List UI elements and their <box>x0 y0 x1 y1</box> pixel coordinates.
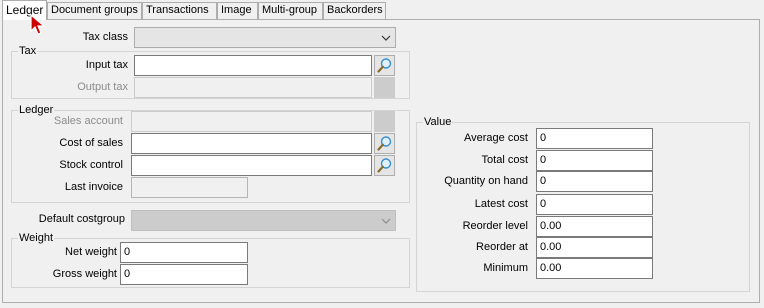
gross-weight-field[interactable]: 0 <box>120 264 248 285</box>
value-row-label: Reorder at <box>476 241 528 253</box>
cost-of-sales-label: Cost of sales <box>59 137 123 149</box>
magnifier-icon <box>377 58 392 73</box>
default-costgroup-combo <box>131 210 396 231</box>
chevron-down-icon <box>381 35 391 41</box>
sales-account-field <box>131 111 372 132</box>
value-row-field[interactable]: 0.00 <box>536 216 653 237</box>
value-row-label: Minimum <box>483 262 528 274</box>
value-row-label: Latest cost <box>474 198 528 210</box>
tab-multi-group[interactable]: Multi-group <box>258 2 323 19</box>
last-invoice-field <box>131 177 248 198</box>
tab-image[interactable]: Image <box>217 2 258 19</box>
stock-control-lookup-button[interactable] <box>374 155 395 176</box>
value-row-label: Average cost <box>463 132 528 144</box>
stock-control-field[interactable] <box>131 155 372 176</box>
input-tax-lookup-button[interactable] <box>374 55 395 76</box>
output-tax-label: Output tax <box>77 81 128 93</box>
sales-account-label: Sales account <box>53 115 123 127</box>
value-row-label: Total cost <box>481 154 528 166</box>
value-row-field[interactable]: 0 <box>536 171 653 192</box>
cost-of-sales-lookup-button[interactable] <box>374 133 395 154</box>
tab-transactions[interactable]: Transactions <box>142 2 217 19</box>
value-group-title: Value <box>423 115 453 129</box>
chevron-down-icon <box>381 218 391 224</box>
last-invoice-label: Last invoice <box>64 181 123 193</box>
tax-group-title: Tax <box>18 44 38 58</box>
mouse-pointer-icon <box>30 14 46 35</box>
sales-account-lookup-button <box>374 111 395 132</box>
tax-class-label: Tax class <box>82 31 128 43</box>
output-tax-lookup-button <box>374 77 395 98</box>
cost-of-sales-field[interactable] <box>131 133 372 154</box>
value-row-field[interactable]: 0 <box>536 194 653 215</box>
value-row-field[interactable]: 0 <box>536 128 653 149</box>
value-row-field[interactable]: 0.00 <box>536 237 653 258</box>
tab-document-groups[interactable]: Document groups <box>47 2 142 19</box>
input-tax-label: Input tax <box>85 59 128 71</box>
tab-backorders[interactable]: Backorders <box>323 2 386 19</box>
magnifier-icon <box>377 136 392 151</box>
magnifier-icon <box>377 158 392 173</box>
gross-weight-label: Gross weight <box>52 268 117 280</box>
tax-class-combo[interactable] <box>134 27 396 48</box>
value-row-field[interactable]: 0.00 <box>536 258 653 279</box>
default-costgroup-label: Default costgroup <box>38 213 125 225</box>
value-row-label: Reorder level <box>462 220 528 232</box>
output-tax-field <box>134 77 372 98</box>
net-weight-field[interactable]: 0 <box>120 242 248 263</box>
input-tax-field[interactable] <box>134 55 372 76</box>
value-row-field[interactable]: 0 <box>536 150 653 171</box>
value-row-label: Quantity on hand <box>444 175 528 187</box>
stock-control-label: Stock control <box>59 159 123 171</box>
net-weight-label: Net weight <box>65 246 117 258</box>
